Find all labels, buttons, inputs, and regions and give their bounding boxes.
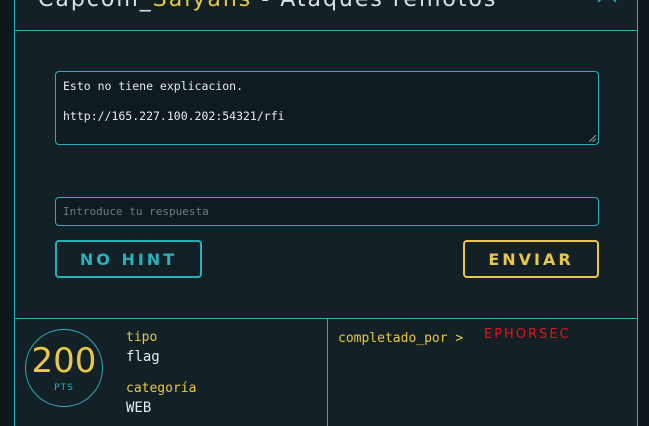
points-unit: PTS <box>54 383 74 393</box>
answer-input[interactable] <box>55 197 599 226</box>
title-suffix: - Ataques remotos <box>252 0 497 12</box>
challenge-description[interactable]: Esto no tiene explicacion. http://165.22… <box>55 71 599 145</box>
challenge-url: http://165.227.100.202:54321/rfi <box>63 109 285 123</box>
close-icon[interactable] <box>595 0 619 8</box>
footer-column-divider <box>327 318 328 426</box>
send-button[interactable]: ENVIAR <box>463 240 599 278</box>
completed-by-user[interactable]: EPHORSEC <box>484 327 571 343</box>
header-divider <box>14 30 638 31</box>
category-label: categoría <box>126 381 197 396</box>
title-prefix: Capcom_ <box>38 0 153 12</box>
modal-title: Capcom_Saiyans - Ataques remotos <box>38 0 497 14</box>
points-value: 200 <box>31 341 97 381</box>
category-value: WEB <box>126 400 152 416</box>
no-hint-button[interactable]: NO HINT <box>55 240 202 278</box>
type-value: flag <box>126 349 160 365</box>
title-highlight: Saiyans <box>153 0 252 12</box>
description-text: Esto no tiene explicacion. <box>63 79 244 93</box>
footer-divider <box>14 318 638 319</box>
resize-grip-icon[interactable] <box>589 135 596 142</box>
completed-by-label: completado_por > <box>338 331 464 346</box>
description-spacer <box>63 94 591 109</box>
type-label: tipo <box>126 330 158 345</box>
